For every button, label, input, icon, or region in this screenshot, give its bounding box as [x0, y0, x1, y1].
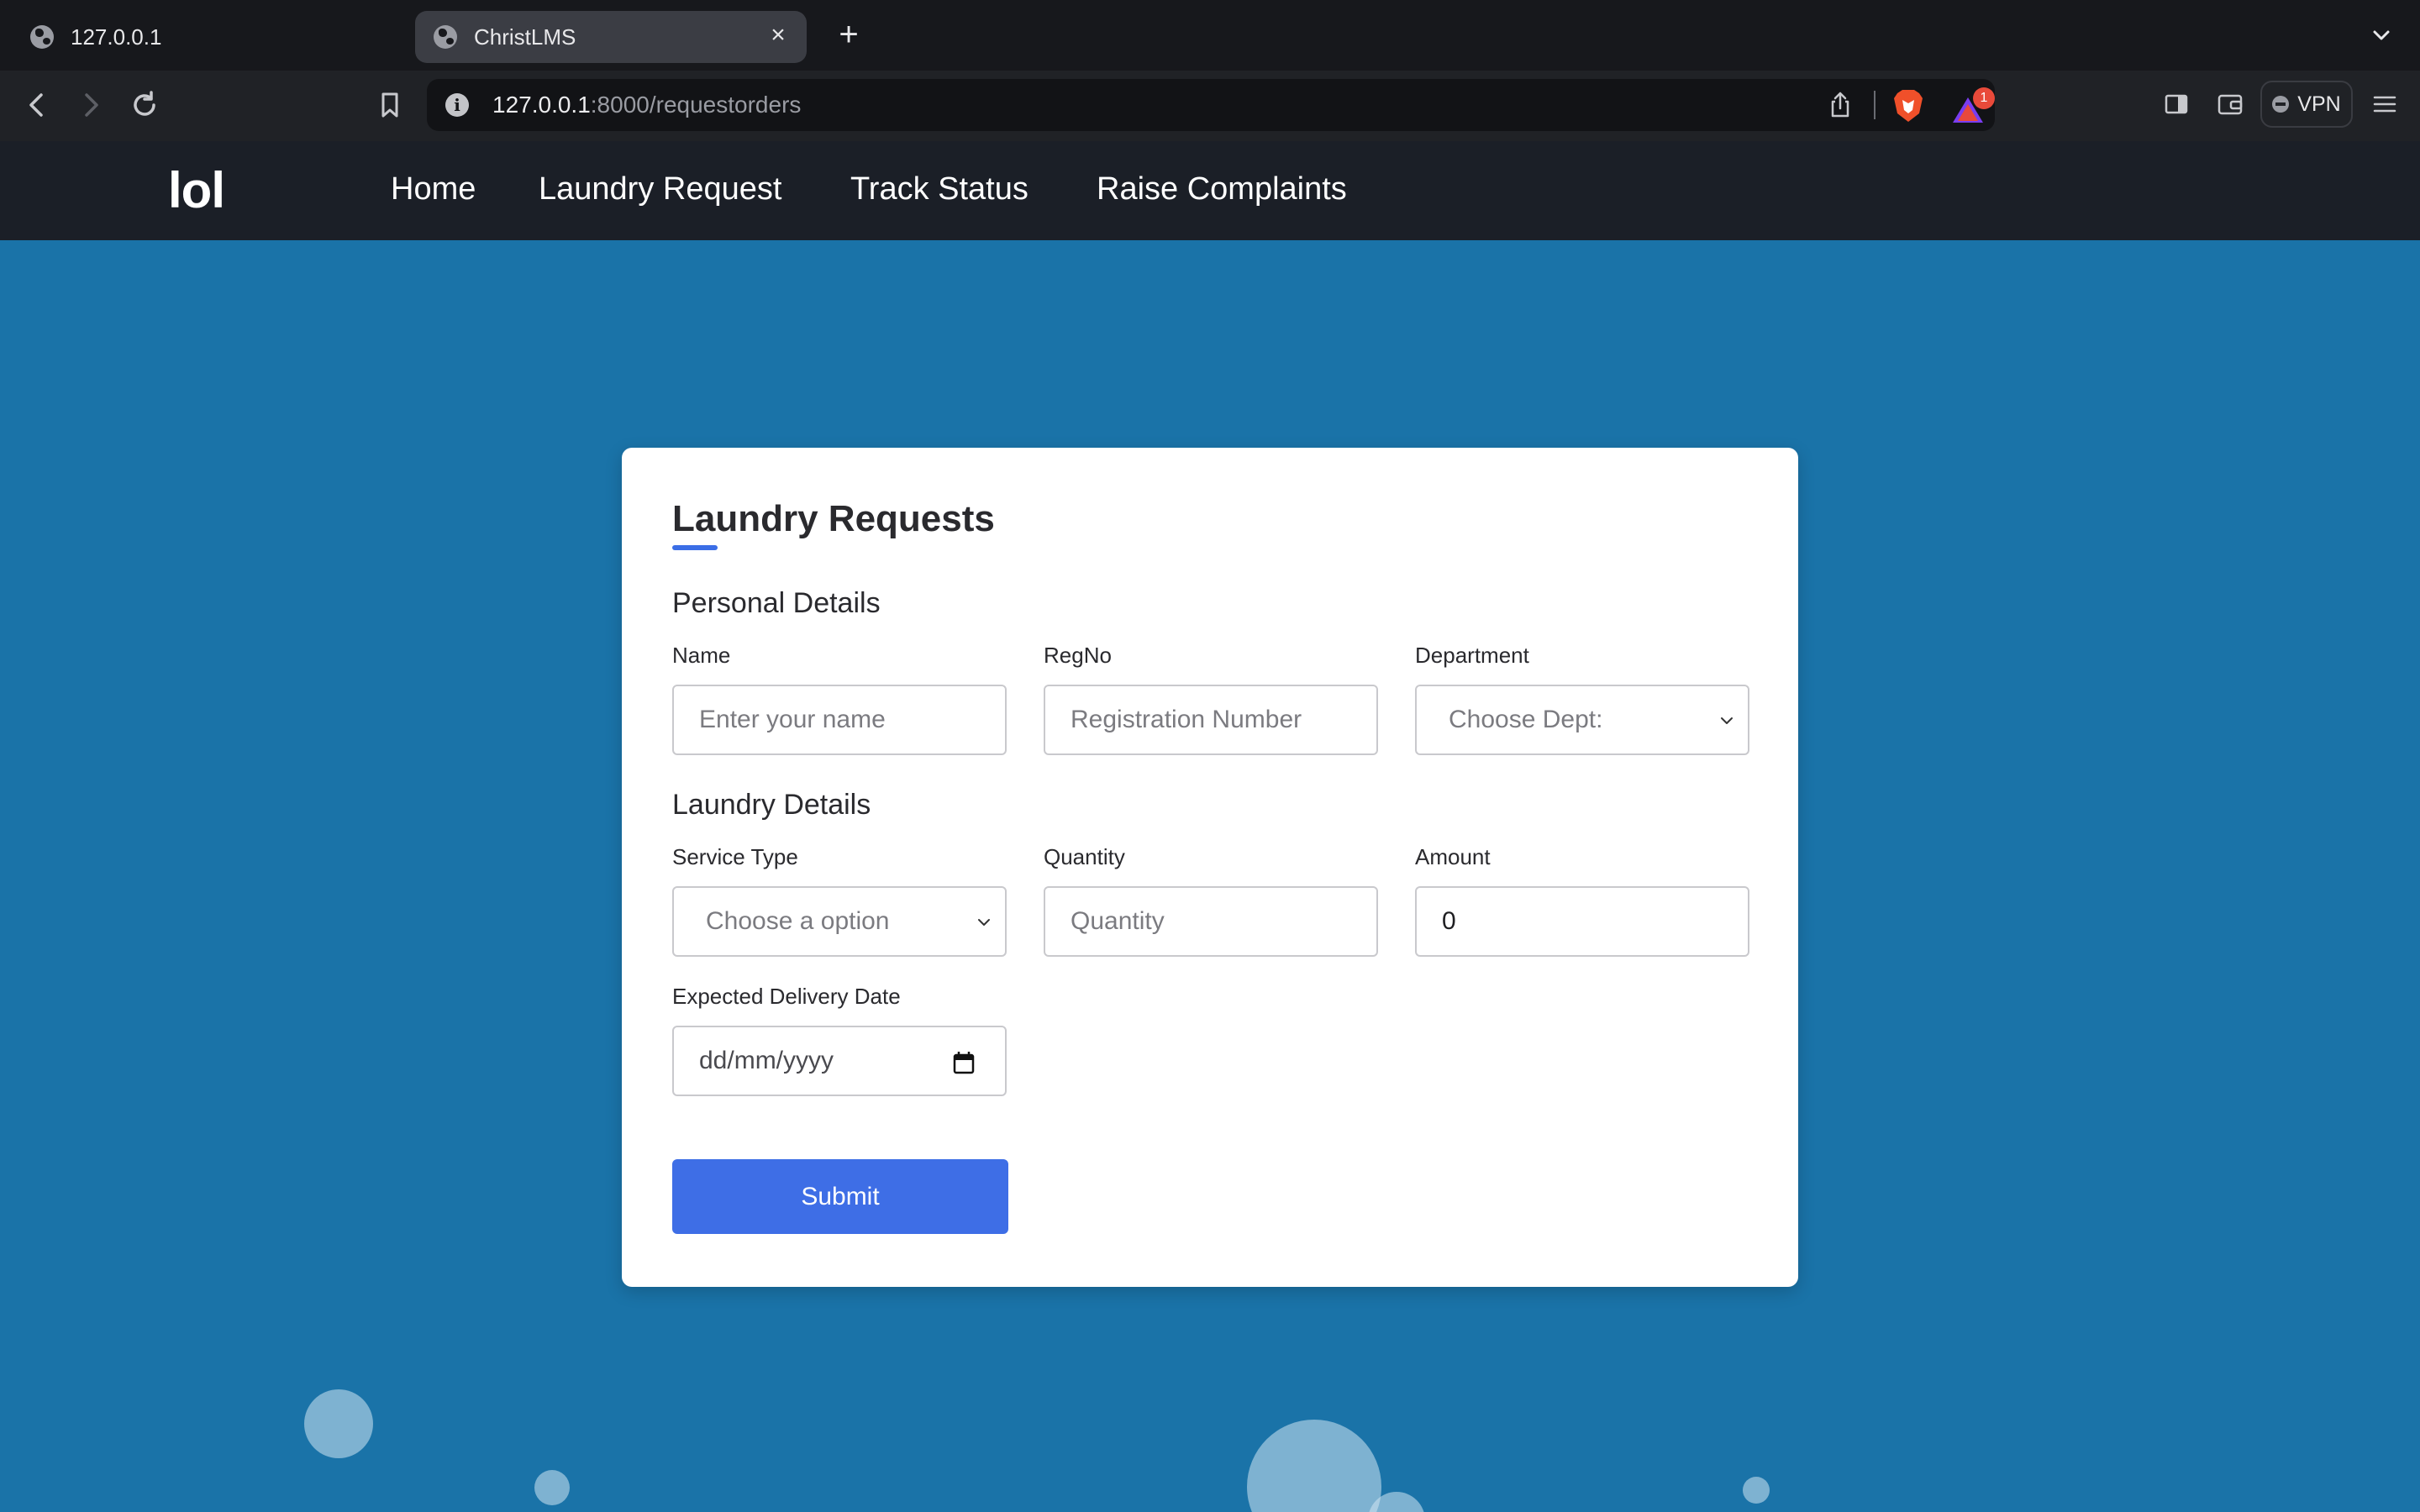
- hamburger-menu-icon[interactable]: [2368, 87, 2402, 121]
- bookmark-icon[interactable]: [371, 87, 408, 123]
- laundry-request-card: Laundry Requests Personal Details Name R…: [622, 448, 1798, 1287]
- nav-link-track-status[interactable]: Track Status: [850, 171, 1028, 207]
- department-select[interactable]: Choose Dept:: [1415, 685, 1749, 755]
- name-input[interactable]: [699, 706, 1005, 734]
- chevron-down-icon[interactable]: [2368, 18, 2395, 52]
- chevron-down-icon: [1721, 717, 1733, 724]
- quantity-input[interactable]: [1071, 907, 1376, 936]
- form-title: Laundry Requests: [672, 498, 995, 539]
- nav-link-laundry-request[interactable]: Laundry Request: [539, 171, 781, 207]
- rewards-button[interactable]: 1: [1951, 87, 1995, 124]
- browser-tab-bar: 127.0.0.1 ChristLMS × +: [0, 0, 2420, 71]
- site-logo[interactable]: lol: [168, 161, 225, 219]
- forward-icon[interactable]: [72, 87, 109, 123]
- amount-field[interactable]: 0: [1415, 886, 1749, 957]
- close-tab-icon[interactable]: ×: [765, 23, 792, 50]
- browser-tab-active[interactable]: ChristLMS ×: [415, 11, 807, 63]
- notification-badge: 1: [1973, 87, 1995, 109]
- tab-title: ChristLMS: [474, 24, 576, 50]
- share-icon[interactable]: [1825, 90, 1855, 120]
- title-underline: [672, 545, 718, 550]
- name-field[interactable]: [672, 685, 1007, 755]
- personal-details-heading: Personal Details: [672, 587, 881, 619]
- decorative-bubble: [1247, 1420, 1381, 1512]
- quantity-label: Quantity: [1044, 844, 1125, 869]
- decorative-bubble: [1743, 1477, 1770, 1504]
- reload-icon[interactable]: [126, 87, 163, 123]
- amount-value: 0: [1442, 907, 1456, 935]
- url-text[interactable]: 127.0.0.1:8000/requestorders: [492, 92, 801, 118]
- delivery-date-placeholder: dd/mm/yyyy: [699, 1047, 834, 1074]
- vpn-status-icon: [2272, 96, 2290, 113]
- address-bar[interactable]: i 127.0.0.1:8000/requestorders 1: [427, 79, 1995, 131]
- globe-icon: [30, 25, 54, 49]
- brave-shields-icon[interactable]: [1892, 88, 1924, 123]
- vpn-label: VPN: [2297, 92, 2341, 116]
- browser-tab[interactable]: 127.0.0.1: [18, 11, 405, 63]
- delivery-date-field[interactable]: dd/mm/yyyy: [672, 1026, 1007, 1096]
- laundry-details-heading: Laundry Details: [672, 789, 871, 821]
- decorative-bubble: [534, 1470, 570, 1505]
- service-type-select[interactable]: Choose a option: [672, 886, 1007, 957]
- nav-link-home[interactable]: Home: [391, 171, 476, 207]
- globe-icon: [434, 25, 457, 49]
- quantity-field[interactable]: [1044, 886, 1378, 957]
- tab-title: 127.0.0.1: [71, 24, 162, 50]
- divider: [1874, 91, 1876, 119]
- calendar-icon[interactable]: [953, 1051, 975, 1074]
- department-selected-value: Choose Dept:: [1449, 706, 1603, 733]
- nav-link-raise-complaints[interactable]: Raise Complaints: [1097, 171, 1347, 207]
- sidebar-icon[interactable]: [2160, 87, 2193, 121]
- regno-input[interactable]: [1071, 706, 1376, 734]
- new-tab-icon[interactable]: +: [832, 18, 865, 52]
- name-label: Name: [672, 643, 731, 668]
- wallet-icon[interactable]: [2213, 87, 2247, 121]
- regno-label: RegNo: [1044, 643, 1112, 668]
- site-info-icon[interactable]: i: [445, 93, 469, 117]
- site-navbar: lol Home Laundry Request Track Status Ra…: [0, 141, 2420, 240]
- service-type-label: Service Type: [672, 844, 798, 869]
- submit-button[interactable]: Submit: [672, 1159, 1008, 1234]
- amount-label: Amount: [1415, 844, 1491, 869]
- chevron-down-icon: [978, 919, 990, 926]
- service-type-selected-value: Choose a option: [706, 907, 890, 935]
- decorative-bubble: [304, 1389, 373, 1458]
- department-label: Department: [1415, 643, 1529, 668]
- delivery-date-label: Expected Delivery Date: [672, 984, 901, 1009]
- back-icon[interactable]: [18, 87, 55, 123]
- vpn-button[interactable]: VPN: [2260, 81, 2353, 128]
- regno-field[interactable]: [1044, 685, 1378, 755]
